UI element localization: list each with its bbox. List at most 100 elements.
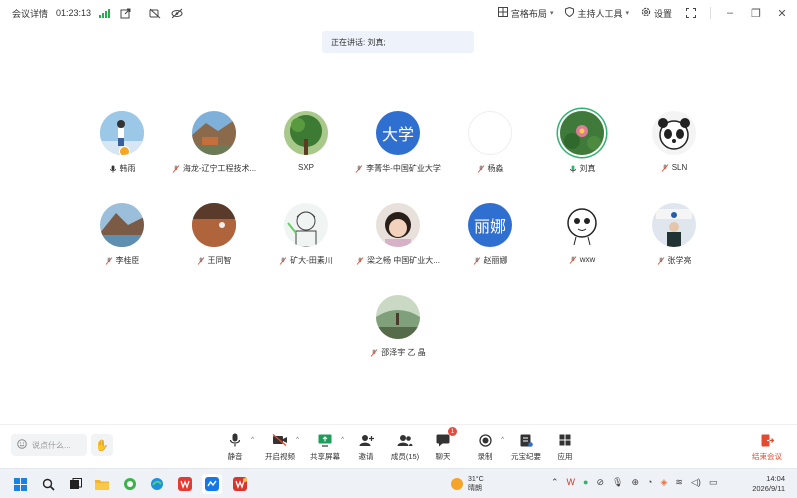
participant-tile[interactable]: 韩雨 <box>74 111 170 174</box>
chevron-up-icon[interactable]: ^ <box>296 437 299 443</box>
mic-muted-icon <box>569 255 577 264</box>
chevron-up-icon[interactable]: ^ <box>251 437 254 443</box>
participant-tile[interactable]: 海龙-辽宁工程技术... <box>166 111 262 174</box>
record-icon <box>477 433 493 447</box>
apps-button[interactable]: 应用 <box>543 433 587 462</box>
participant-tile[interactable]: 邵泽宇 乙 晶 <box>350 295 446 358</box>
clock-date: 2026/9/11 <box>752 484 785 493</box>
chat-button[interactable]: 1 聊天 <box>421 427 465 462</box>
avatar <box>652 111 696 155</box>
chat-input[interactable]: 说点什么... <box>11 434 87 456</box>
participant-name: 杨淼 <box>477 163 504 174</box>
os-taskbar: 31°C 晴朗 ⌃ W ● ⊘ 🎙 ⊕ ◔ ◈ ≋ ◁) ▭ 14:04 202… <box>0 468 797 498</box>
participant-tile[interactable]: 大学 李菁华-中国矿业大学 <box>350 111 446 174</box>
search-icon[interactable] <box>38 474 58 494</box>
chat-label: 聊天 <box>435 452 451 461</box>
mic-icon[interactable]: 🎙 <box>612 477 623 488</box>
host-tools-button[interactable]: 主持人工具 ▾ <box>565 6 629 20</box>
meeting-details-link[interactable]: 会议详情 <box>12 7 48 20</box>
participant-tile[interactable]: wxw <box>534 203 630 264</box>
participant-tile[interactable]: 张学亮 <box>626 203 722 266</box>
weather-widget[interactable]: 31°C 晴朗 <box>451 475 484 493</box>
mute-label: 静音 <box>227 452 243 461</box>
end-meeting-button[interactable]: 结束会议 <box>745 433 789 462</box>
chevron-down-icon: ▾ <box>549 10 554 17</box>
share-screen-button[interactable]: 共享屏幕 ^ <box>303 433 347 462</box>
tencent-meeting-icon[interactable] <box>202 474 222 494</box>
gear-icon <box>641 7 651 19</box>
participant-name: 张学亮 <box>657 255 692 266</box>
browser-360-icon[interactable] <box>120 474 140 494</box>
participant-name: 赵丽娜 <box>473 255 508 266</box>
end-meeting-label: 结束会议 <box>752 452 782 461</box>
app-tray-icon[interactable]: ◈ <box>660 477 667 488</box>
wechat-icon[interactable]: ● <box>583 477 588 488</box>
video-button[interactable]: 开启视频 ^ <box>258 433 302 462</box>
volume-icon[interactable]: ◁) <box>691 477 701 488</box>
record-label: 录制 <box>477 452 493 461</box>
participant-tile[interactable]: 刘真 <box>534 111 630 174</box>
wps-office-icon[interactable] <box>175 474 195 494</box>
mic-muted-icon <box>172 164 180 173</box>
qq-icon[interactable]: ◔ <box>647 477 652 488</box>
participant-tile[interactable]: 王同智 <box>166 203 262 266</box>
mic-on-icon <box>109 165 117 173</box>
participant-tile[interactable]: SXP <box>258 111 354 172</box>
participant-tile[interactable]: 李桂臣 <box>74 203 170 266</box>
participant-tile[interactable]: 杨淼 <box>442 111 538 174</box>
fullscreen-icon[interactable] <box>684 6 698 20</box>
chevron-up-icon[interactable]: ⌃ <box>551 477 559 488</box>
participant-tile[interactable]: 梁之畅 中国矿业大... <box>350 203 446 266</box>
video-off-icon <box>272 433 288 447</box>
grid-layout-button[interactable]: 宫格布局 ▾ <box>497 7 554 20</box>
record-button[interactable]: 录制 ^ <box>463 433 507 462</box>
raise-hand-button[interactable]: ✋ <box>91 434 113 456</box>
close-icon[interactable]: ✕ <box>775 7 789 20</box>
battery-icon[interactable]: ▭ <box>709 477 718 488</box>
notes-button[interactable]: 元宝纪要 <box>504 433 548 462</box>
settings-label: 设置 <box>653 8 672 19</box>
speaking-banner: 正在讲话: 刘真; <box>322 31 474 53</box>
participant-tile[interactable]: 矿大-田素川 <box>258 203 354 266</box>
mic-on-icon <box>569 165 577 173</box>
grid-layout-label: 宫格布局 <box>510 8 547 19</box>
file-explorer-icon[interactable] <box>92 474 112 494</box>
wifi-icon[interactable]: ≋ <box>675 477 683 488</box>
settings-button[interactable]: 设置 <box>641 7 672 20</box>
windows-start-icon[interactable] <box>10 474 30 494</box>
avatar <box>100 111 144 155</box>
restore-icon[interactable]: ❐ <box>749 7 763 20</box>
participant-tile[interactable]: SLN <box>626 111 722 172</box>
shield-icon <box>565 6 575 19</box>
camera-off-icon[interactable]: ⊘ <box>596 477 604 488</box>
camera-off-icon[interactable] <box>148 6 162 20</box>
participant-name: wxw <box>569 255 595 264</box>
wps-tray-icon[interactable]: W <box>567 477 576 488</box>
hand-icon: ✋ <box>95 439 109 452</box>
participant-name: 刘真 <box>569 163 596 174</box>
minimize-icon[interactable]: – <box>723 7 737 19</box>
signal-icon[interactable] <box>99 8 111 18</box>
avatar <box>652 203 696 247</box>
avatar <box>192 111 236 155</box>
host-tools-label: 主持人工具 <box>577 8 623 19</box>
mute-button[interactable]: 静音 ^ <box>213 433 257 462</box>
invite-button[interactable]: 邀请 <box>344 433 388 462</box>
meeting-toolbar: 说点什么... ✋ 静音 ^ 开启视频 ^ 共享屏幕 ^ 邀请 成员(15) 1… <box>0 424 797 466</box>
participant-name: 矿大-田素川 <box>279 255 333 266</box>
emoji-icon[interactable] <box>17 439 27 451</box>
task-view-icon[interactable] <box>65 474 85 494</box>
weather-condition: 晴朗 <box>468 485 482 492</box>
globe-icon[interactable]: ⊕ <box>631 477 639 488</box>
divider <box>710 7 711 19</box>
mic-muted-icon <box>355 164 363 173</box>
edge-browser-icon[interactable] <box>147 474 167 494</box>
popout-icon[interactable] <box>118 6 132 20</box>
add-user-icon <box>358 433 374 447</box>
participant-tile[interactable]: 丽娜 赵丽娜 <box>442 203 538 266</box>
chevron-down-icon: ▾ <box>625 10 629 17</box>
hide-eye-icon[interactable] <box>170 6 184 20</box>
wps-pdf-icon[interactable] <box>230 474 250 494</box>
avatar <box>100 203 144 247</box>
system-clock[interactable]: 14:04 2026/9/11 <box>752 474 785 494</box>
